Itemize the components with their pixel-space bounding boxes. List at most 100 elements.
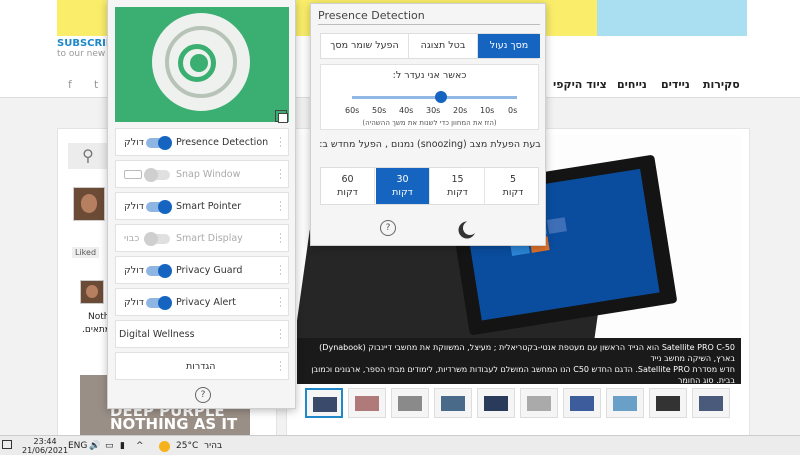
search-icon[interactable]: ⚲ <box>68 143 108 169</box>
privacy-alert-toggle[interactable] <box>146 296 172 310</box>
snooze-15-button[interactable]: 15 דקות <box>431 168 485 204</box>
twitter-icon[interactable]: t <box>94 78 98 91</box>
more-options-icon[interactable]: · · · <box>279 327 282 344</box>
row-smart-pointer[interactable]: דולק Smart Pointer · · · <box>115 192 289 220</box>
windows-taskbar: 23:44 21/06/2021 ENG 🔊 ▭ ▮ ^ 25°C בהיר <box>0 435 800 455</box>
slider-tick: 10s <box>480 106 495 115</box>
clock-date: 21/06/2021 <box>22 446 69 455</box>
row-presence-detection[interactable]: דולק Presence Detection · · · <box>115 128 289 156</box>
row-digital-wellness[interactable]: Digital Wellness · · · <box>115 320 289 348</box>
banner-illustration <box>597 0 747 36</box>
gallery-thumb[interactable] <box>563 388 601 418</box>
smart-features-panel: דולק Presence Detection · · · Snap Window … <box>107 0 296 409</box>
subscribe-subtitle: to our new <box>57 49 106 59</box>
mode-display-off-button[interactable]: בטל תצוגה <box>409 34 478 58</box>
row-privacy-alert[interactable]: דולק Privacy Alert · · · <box>115 288 289 316</box>
feature-label: Snap Window <box>176 169 241 180</box>
presence-detection-toggle[interactable] <box>146 136 172 150</box>
liked-badge[interactable]: Liked <box>72 247 100 258</box>
copy-window-icon[interactable] <box>275 110 288 123</box>
gallery-thumb[interactable] <box>434 388 472 418</box>
language-indicator[interactable]: ENG <box>68 441 87 451</box>
slider-title: כאשר אני נעדר ל: <box>392 70 467 81</box>
slider-tick: 20s <box>453 106 468 115</box>
slider-tick: 0s <box>508 106 518 115</box>
feature-label: Smart Display <box>176 233 243 244</box>
snooze-60-button[interactable]: 60 דקות <box>321 168 375 204</box>
digital-wellness-label: Digital Wellness <box>119 329 195 340</box>
mode-lock-screen-button[interactable]: מסך נעול <box>478 34 540 58</box>
gallery-thumb[interactable] <box>606 388 644 418</box>
weather-temp[interactable]: 25°C <box>176 441 198 451</box>
feature-label: Privacy Alert <box>176 297 237 308</box>
clock[interactable]: 23:44 21/06/2021 <box>22 437 68 455</box>
more-options-icon[interactable]: · · · <box>279 167 282 184</box>
gallery-thumbnails <box>300 386 740 420</box>
gallery-thumb[interactable] <box>391 388 429 418</box>
smart-display-toggle[interactable] <box>144 232 170 246</box>
state-label: דולק <box>124 201 144 212</box>
album-subtitle: NOTHING AS IT <box>110 415 238 433</box>
photo-caption: Satellite PRO C-50 הוא הנייד הראשון עם מ… <box>297 338 741 396</box>
slider-hint: (הזז את המחוון כדי לשנות את משך ההשהיה) <box>362 119 497 127</box>
smart-pointer-toggle[interactable] <box>146 200 172 214</box>
nav-laptops[interactable]: ניידים <box>661 78 690 91</box>
snap-window-toggle[interactable] <box>144 168 170 182</box>
more-options-icon[interactable]: · · · <box>279 199 282 216</box>
battery-icon[interactable]: ▮ <box>120 441 125 451</box>
feature-label: Presence Detection <box>176 137 269 148</box>
eye-logo-icon <box>152 13 250 111</box>
moon-snooze-icon[interactable] <box>463 221 477 235</box>
caption-line: חדש מסדרת Satellite PRO. הדגם החדש C50 ה… <box>311 365 735 385</box>
author-avatar[interactable] <box>73 187 105 221</box>
gallery-thumb[interactable] <box>348 388 386 418</box>
feature-label: Smart Pointer <box>176 201 242 212</box>
gallery-thumb[interactable] <box>520 388 558 418</box>
mode-screensaver-button[interactable]: הפעל שומר מסך <box>321 34 409 58</box>
sun-icon <box>159 441 170 452</box>
nav-peripherals[interactable]: ציוד היקפי <box>553 78 607 91</box>
weather-text[interactable]: בהיר <box>204 441 222 451</box>
gallery-thumb[interactable] <box>477 388 515 418</box>
nav-desktops[interactable]: נייחים <box>617 78 647 91</box>
slider-tick: 30s <box>426 106 441 115</box>
more-options-icon[interactable]: · · · <box>279 263 282 280</box>
divider <box>318 24 540 25</box>
volume-icon[interactable]: 🔊 <box>89 441 100 451</box>
settings-label: הגדרות <box>186 361 216 372</box>
chevron-up-icon[interactable]: ^ <box>136 441 144 451</box>
row-smart-display[interactable]: כבוי Smart Display · · · <box>115 224 289 252</box>
network-icon[interactable]: ▭ <box>105 441 114 451</box>
slider-tick: 50s <box>372 106 387 115</box>
help-icon[interactable]: ? <box>195 387 211 403</box>
snooze-30-button[interactable]: 30 דקות <box>376 168 430 204</box>
notification-icon[interactable] <box>2 440 12 449</box>
gallery-thumb[interactable] <box>649 388 687 418</box>
more-options-icon[interactable]: · · · <box>279 359 282 376</box>
comment-avatar[interactable] <box>80 280 104 304</box>
state-label: כבוי <box>124 233 140 244</box>
subscribe-title[interactable]: SUBSCRIB <box>57 38 114 49</box>
state-label: דולק <box>124 265 144 276</box>
feature-label: Privacy Guard <box>176 265 243 276</box>
privacy-guard-toggle[interactable] <box>146 264 172 278</box>
more-options-icon[interactable]: · · · <box>279 231 282 248</box>
row-snap-window[interactable]: Snap Window · · · <box>115 160 289 188</box>
caption-line: Satellite PRO C-50 הוא הנייד הראשון עם מ… <box>319 343 735 363</box>
help-icon[interactable]: ? <box>380 220 396 236</box>
snooze-5-button[interactable]: 5 דקות <box>486 168 540 204</box>
slider-tick: 40s <box>399 106 414 115</box>
delay-slider-box: כאשר אני נעדר ל: 60s 50s 40s 30s 20s 10s… <box>320 64 539 130</box>
more-options-icon[interactable]: · · · <box>279 135 282 152</box>
nav-reviews[interactable]: סקירות <box>703 78 740 91</box>
row-settings[interactable]: הגדרות · · · <box>115 352 289 380</box>
state-label: דולק <box>124 137 144 148</box>
snooze-description: בעת הפעלת מצב (snoozing) נמנום , הפעל מח… <box>319 139 541 150</box>
row-privacy-guard[interactable]: דולק Privacy Guard · · · <box>115 256 289 284</box>
gallery-thumb[interactable] <box>692 388 730 418</box>
state-label: דולק <box>124 297 144 308</box>
facebook-icon[interactable]: f <box>68 78 72 91</box>
more-options-icon[interactable]: · · · <box>279 295 282 312</box>
delay-slider-thumb[interactable] <box>435 91 447 103</box>
gallery-thumb[interactable] <box>305 388 343 418</box>
